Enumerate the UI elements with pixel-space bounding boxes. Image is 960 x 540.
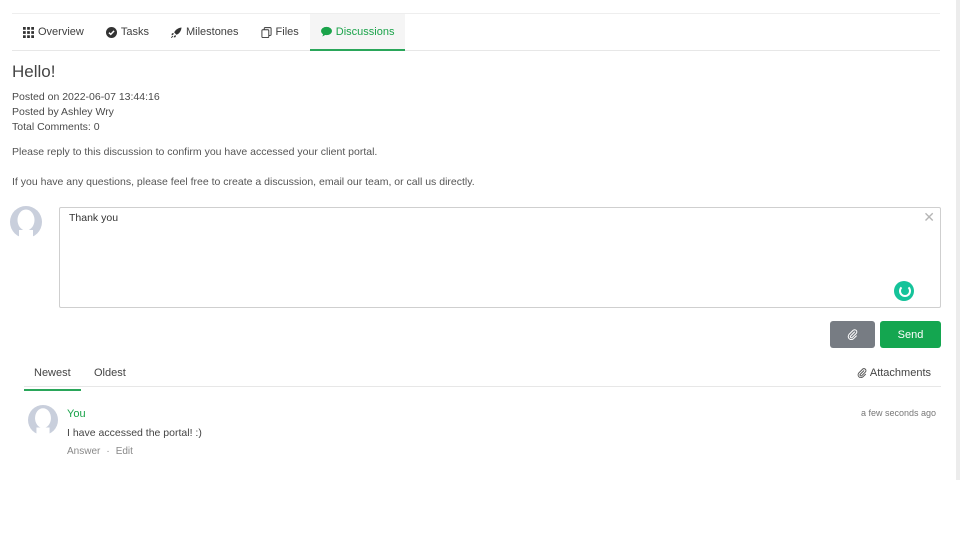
comment-timestamp: a few seconds ago: [860, 408, 936, 418]
tab-milestones[interactable]: Milestones: [160, 14, 250, 50]
paperclip-icon: [847, 329, 858, 340]
posted-on: Posted on 2022-06-07 13:44:16: [12, 91, 160, 103]
tab-label: Discussions: [335, 25, 395, 38]
edit-link[interactable]: Edit: [116, 446, 133, 457]
tab-label: Tasks: [120, 26, 149, 38]
paperclip-icon: [857, 368, 867, 378]
action-separator: ·: [106, 446, 110, 457]
comment-textarea[interactable]: Thank you ✕: [59, 207, 941, 308]
sort-newest-tab[interactable]: Newest: [24, 367, 81, 391]
comment-actions: Answer · Edit: [67, 446, 133, 457]
close-icon[interactable]: ✕: [923, 209, 935, 226]
grid-icon: [23, 26, 34, 38]
avatar: [28, 405, 58, 435]
scrollbar-track[interactable]: [956, 0, 960, 480]
project-tabs: Overview Tasks Milestones Files Discussi…: [12, 14, 940, 51]
posted-by: Posted by Ashley Wry: [12, 106, 114, 118]
discussion-title: Hello!: [12, 62, 56, 81]
total-comments: Total Comments: 0: [12, 121, 100, 133]
tab-label: Files: [275, 26, 299, 38]
files-icon: [261, 26, 272, 38]
tab-tasks[interactable]: Tasks: [95, 14, 160, 50]
attachments-label: Attachments: [869, 367, 931, 379]
tab-discussions[interactable]: Discussions: [309, 14, 406, 51]
comment-sort-bar: Newest Oldest Attachments: [24, 363, 941, 391]
attachments-link[interactable]: Attachments: [857, 367, 931, 379]
send-button[interactable]: Send: [880, 321, 941, 348]
rocket-icon: [170, 26, 182, 38]
sort-oldest-tab[interactable]: Oldest: [84, 367, 136, 387]
discussion-body-line-1: Please reply to this discussion to confi…: [12, 146, 378, 158]
tab-overview[interactable]: Overview: [12, 14, 95, 50]
attach-file-button[interactable]: [830, 321, 875, 348]
grammarly-icon[interactable]: [894, 281, 914, 301]
check-circle-icon: [105, 26, 117, 38]
comment-text: I have accessed the portal! :): [67, 427, 202, 439]
tab-label: Overview: [38, 26, 84, 38]
chat-bubble-icon: [320, 26, 332, 37]
comment-textarea-value: Thank you: [69, 212, 119, 224]
tab-label: Milestones: [185, 26, 239, 38]
comment-author[interactable]: You: [67, 408, 86, 420]
tab-files[interactable]: Files: [250, 14, 310, 50]
avatar: [10, 206, 42, 238]
answer-link[interactable]: Answer: [67, 446, 100, 457]
discussion-body-line-2: If you have any questions, please feel f…: [12, 176, 475, 188]
